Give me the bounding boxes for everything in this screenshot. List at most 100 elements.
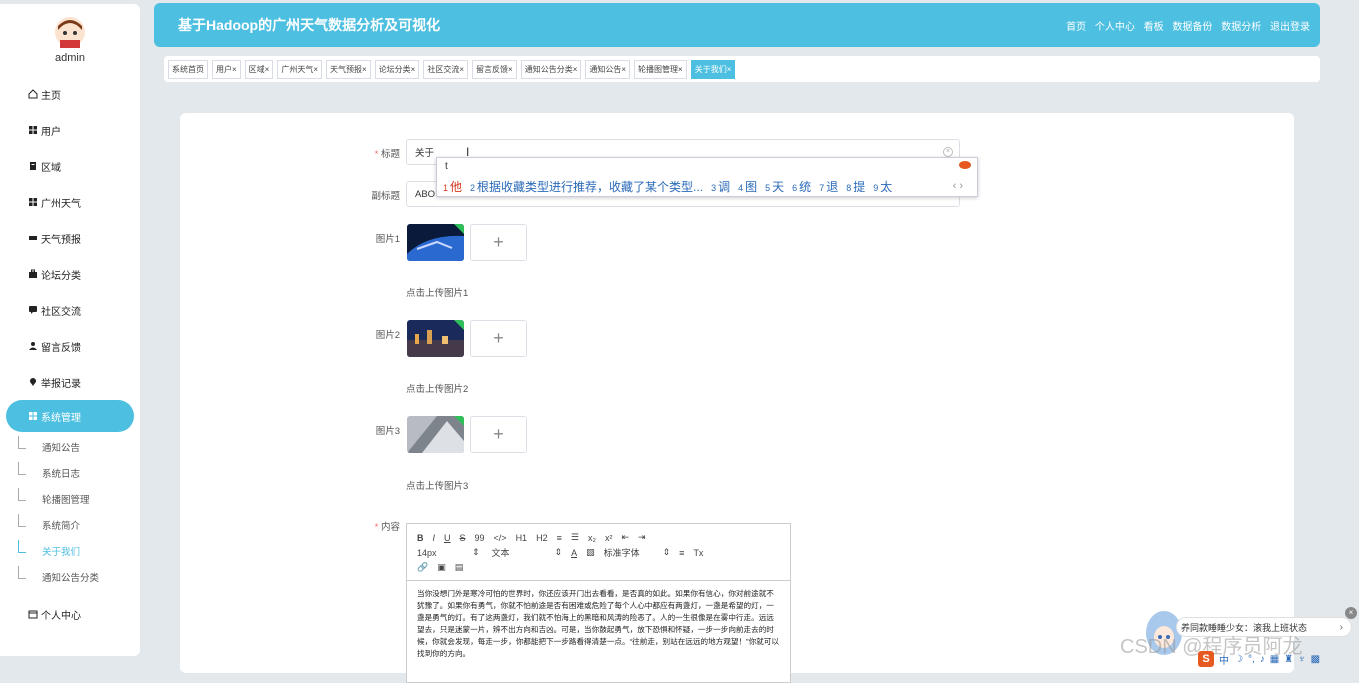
ime-tray: S 中 ☽ °, ♪ ▦ ♜ ♆ ▩ xyxy=(1198,651,1354,667)
sidebar-item-users[interactable]: 用户 xyxy=(0,112,140,148)
title-input-value: 关于 xyxy=(415,148,435,159)
sogou-icon[interactable]: S xyxy=(1198,651,1214,667)
pin-icon xyxy=(30,378,36,386)
ime-candidate[interactable]: 3调 xyxy=(711,178,730,195)
ime-pager[interactable]: ‹ › xyxy=(953,180,963,192)
outdent-button[interactable]: ⇤ xyxy=(621,532,629,543)
ime-candidate[interactable]: 1他 xyxy=(443,178,462,195)
font-family-select[interactable]: 标准字体 xyxy=(604,546,654,559)
superscript-button[interactable]: x² xyxy=(605,533,613,543)
nav-home[interactable]: 首页 xyxy=(1066,22,1086,33)
grid-icon[interactable]: ▩ xyxy=(1311,654,1320,665)
tab-users[interactable]: 用户× xyxy=(212,59,241,79)
tab-feedback[interactable]: 留言反馈× xyxy=(472,59,517,79)
ime-candidate[interactable]: 2 根据收藏类型进行推荐，收藏了某个类型... xyxy=(470,178,703,195)
image2-thumbnail[interactable] xyxy=(407,320,464,357)
nav-dashboard[interactable]: 看板 xyxy=(1144,22,1164,33)
image2-upload-button[interactable]: + xyxy=(470,320,527,357)
background-color-button[interactable]: ▨ xyxy=(586,547,595,558)
underline-button[interactable]: U xyxy=(444,533,451,543)
h1-button[interactable]: H1 xyxy=(516,533,528,543)
submenu-item-intro[interactable]: 系统简介 xyxy=(18,512,140,538)
code-button[interactable]: </> xyxy=(494,533,507,543)
ime-candidate[interactable]: 9太 xyxy=(873,178,892,195)
sidebar-item-label: 天气预报 xyxy=(41,234,81,246)
grid-icon xyxy=(29,198,37,206)
image3-thumbnail[interactable] xyxy=(407,416,464,453)
video-icon[interactable]: ▤ xyxy=(455,562,464,573)
shirt-icon[interactable]: ♆ xyxy=(1298,654,1306,665)
indent-button[interactable]: ⇥ xyxy=(638,532,646,543)
tab-system-home[interactable]: 系统首页 xyxy=(168,59,208,79)
ime-candidate[interactable]: 6统 xyxy=(792,178,811,195)
image2-label: 图片2 xyxy=(375,330,400,341)
moon-icon[interactable]: ☽ xyxy=(1234,654,1243,665)
sidebar-item-forum-category[interactable]: 论坛分类 xyxy=(0,256,140,292)
sidebar-item-forecast[interactable]: 天气预报 xyxy=(0,220,140,256)
submenu-item-about[interactable]: 关于我们 xyxy=(18,538,140,564)
ime-candidate[interactable]: 8提 xyxy=(846,178,865,195)
clear-icon[interactable]: × xyxy=(943,147,953,157)
font-color-button[interactable]: A xyxy=(571,548,577,558)
italic-button[interactable]: I xyxy=(433,533,436,543)
keyboard-icon[interactable]: ▦ xyxy=(1270,654,1279,665)
punctuation-icon[interactable]: °, xyxy=(1248,654,1255,665)
submenu-item-notice[interactable]: 通知公告 xyxy=(18,434,140,460)
image1-thumbnail[interactable] xyxy=(407,224,464,261)
tab-region[interactable]: 区域× xyxy=(244,59,274,79)
submenu-item-syslog[interactable]: 系统日志 xyxy=(18,460,140,486)
avatar[interactable] xyxy=(54,16,86,48)
block-type-select[interactable]: 文本 xyxy=(492,546,546,559)
image-icon[interactable]: ▣ xyxy=(437,562,446,573)
rich-text-editor: B I U S 99 </> H1 H2 ≡ ☰ x₂ x² ⇤ ⇥ 14px … xyxy=(406,523,791,683)
sidebar-item-feedback[interactable]: 留言反馈 xyxy=(0,328,140,364)
ime-candidate[interactable]: 7退 xyxy=(819,178,838,195)
quote-button[interactable]: 99 xyxy=(475,533,485,543)
strike-button[interactable]: S xyxy=(460,533,466,543)
sidebar-item-home[interactable]: 主页 xyxy=(0,76,140,112)
tab-community[interactable]: 社区交流× xyxy=(423,59,469,79)
tab-about[interactable]: 关于我们× xyxy=(690,59,736,79)
submenu-item-carousel[interactable]: 轮播图管理 xyxy=(18,486,140,512)
chinese-mode-icon[interactable]: 中 xyxy=(1219,652,1229,667)
nav-data-analysis[interactable]: 数据分析 xyxy=(1221,22,1261,33)
grid-icon xyxy=(29,412,37,420)
ordered-list-button[interactable]: ≡ xyxy=(557,533,562,543)
align-button[interactable]: ≡ xyxy=(679,548,684,558)
editor-content[interactable]: 当你没想门外是寒冷可怕的世界时，你还应该开门出去看看，是否真的如此。如果你有信心… xyxy=(407,581,790,667)
link-icon[interactable]: 🔗 xyxy=(417,562,428,573)
skin-icon[interactable]: ♜ xyxy=(1284,654,1293,665)
sidebar-item-community[interactable]: 社区交流 xyxy=(0,292,140,328)
mic-icon[interactable]: ♪ xyxy=(1260,654,1265,665)
image3-upload-button[interactable]: + xyxy=(470,416,527,453)
home-icon xyxy=(28,89,38,99)
image1-label: 图片1 xyxy=(375,234,400,245)
nav-logout[interactable]: 退出登录 xyxy=(1270,22,1310,33)
ime-candidate[interactable]: 4图 xyxy=(738,178,757,195)
image1-upload-button[interactable]: + xyxy=(470,224,527,261)
sidebar-item-personal[interactable]: 个人中心 xyxy=(0,596,140,632)
sidebar-item-label: 社区交流 xyxy=(41,306,81,318)
sidebar-item-reports[interactable]: 举报记录 xyxy=(0,364,140,400)
subscript-button[interactable]: x₂ xyxy=(588,533,596,543)
tab-weather[interactable]: 广州天气× xyxy=(277,59,323,79)
ime-candidate[interactable]: 5天 xyxy=(765,178,784,195)
sidebar-item-weather[interactable]: 广州天气 xyxy=(0,184,140,220)
font-size-select[interactable]: 14px xyxy=(417,548,463,558)
h2-button[interactable]: H2 xyxy=(536,533,548,543)
close-icon[interactable]: × xyxy=(1345,607,1357,619)
tab-notice-category[interactable]: 通知公告分类× xyxy=(520,59,582,79)
tab-notice[interactable]: 通知公告× xyxy=(585,59,631,79)
sidebar-item-label: 用户 xyxy=(41,126,61,138)
nav-data-backup[interactable]: 数据备份 xyxy=(1172,22,1212,33)
nav-personal-center[interactable]: 个人中心 xyxy=(1095,22,1135,33)
sidebar-item-system[interactable]: 系统管理 xyxy=(6,400,134,432)
tab-forum-category[interactable]: 论坛分类× xyxy=(374,59,420,79)
tab-forecast[interactable]: 天气预报× xyxy=(326,59,371,79)
bold-button[interactable]: B xyxy=(417,533,424,543)
submenu-item-notice-category[interactable]: 通知公告分类 xyxy=(18,564,140,590)
sidebar-item-region[interactable]: 区域 xyxy=(0,148,140,184)
tab-carousel[interactable]: 轮播图管理× xyxy=(634,59,687,79)
clear-format-button[interactable]: Tx xyxy=(693,548,703,558)
bullet-list-button[interactable]: ☰ xyxy=(571,532,579,543)
